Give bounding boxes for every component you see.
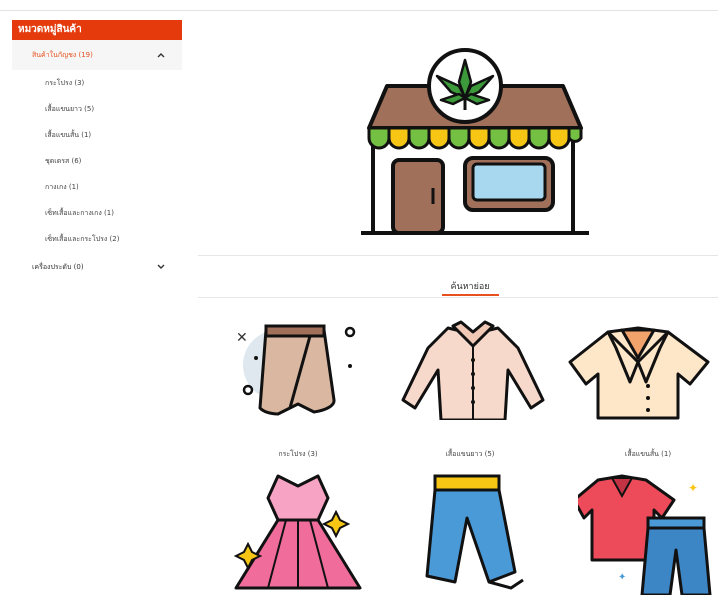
sidebar-item-accessories[interactable]: เครื่องประดับ (0): [12, 252, 182, 282]
product-label[interactable]: กระโปรง (3): [238, 449, 358, 460]
sidebar-subitem-long-sleeve[interactable]: เสื้อแขนยาว (5): [12, 96, 182, 122]
sidebar-subitem-skirt[interactable]: กระโปรง (3): [12, 70, 182, 96]
cannabis-shop-icon: [361, 48, 589, 235]
sidebar-subitem-shirt-skirt-set[interactable]: เซ็ทเสื้อและกระโปรง (2): [12, 226, 182, 252]
top-divider: [0, 10, 718, 11]
skirt-icon[interactable]: ✕: [228, 320, 358, 420]
sidebar-title: หมวดหมู่สินค้า: [12, 20, 182, 40]
chevron-down-icon[interactable]: [156, 252, 166, 282]
category-sidebar: หมวดหมู่สินค้า สินค้าในกัญชง (19) กระโปร…: [12, 20, 182, 295]
long-sleeve-shirt-icon[interactable]: [393, 320, 553, 420]
chevron-up-icon[interactable]: [156, 40, 166, 70]
svg-text:✦: ✦: [688, 481, 698, 495]
sidebar-item-hemp-products[interactable]: สินค้าในกัญชง (19): [12, 40, 182, 70]
sidebar-subitem-short-sleeve[interactable]: เสื้อแขนสั้น (1): [12, 122, 182, 148]
product-label[interactable]: เสื้อแขนสั้น (1): [588, 449, 708, 460]
shirt-and-pants-set-icon[interactable]: ✦ ✦: [578, 470, 718, 595]
sidebar-subitem-pants[interactable]: กางเกง (1): [12, 174, 182, 200]
sidebar-subitem-dress[interactable]: ชุดเดรส (6): [12, 148, 182, 174]
svg-text:✕: ✕: [236, 330, 248, 346]
sidebar-item-label: เครื่องประดับ (0): [32, 263, 84, 271]
subcategory-title: ค้นหาย่อย: [450, 282, 490, 292]
jeans-icon[interactable]: [405, 472, 525, 595]
sidebar-subitem-shirt-pants-set[interactable]: เซ็ทเสื้อและกางเกง (1): [12, 200, 182, 226]
section-divider: [198, 255, 718, 256]
product-label[interactable]: เสื้อแขนยาว (5): [410, 449, 530, 460]
short-sleeve-shirt-icon[interactable]: [568, 322, 718, 422]
svg-text:✦: ✦: [618, 572, 626, 583]
sidebar-item-label: สินค้าในกัญชง (19): [32, 51, 93, 59]
section-divider: [198, 297, 718, 298]
dress-icon[interactable]: [228, 468, 368, 595]
subcategory-title-underline: [442, 294, 499, 296]
